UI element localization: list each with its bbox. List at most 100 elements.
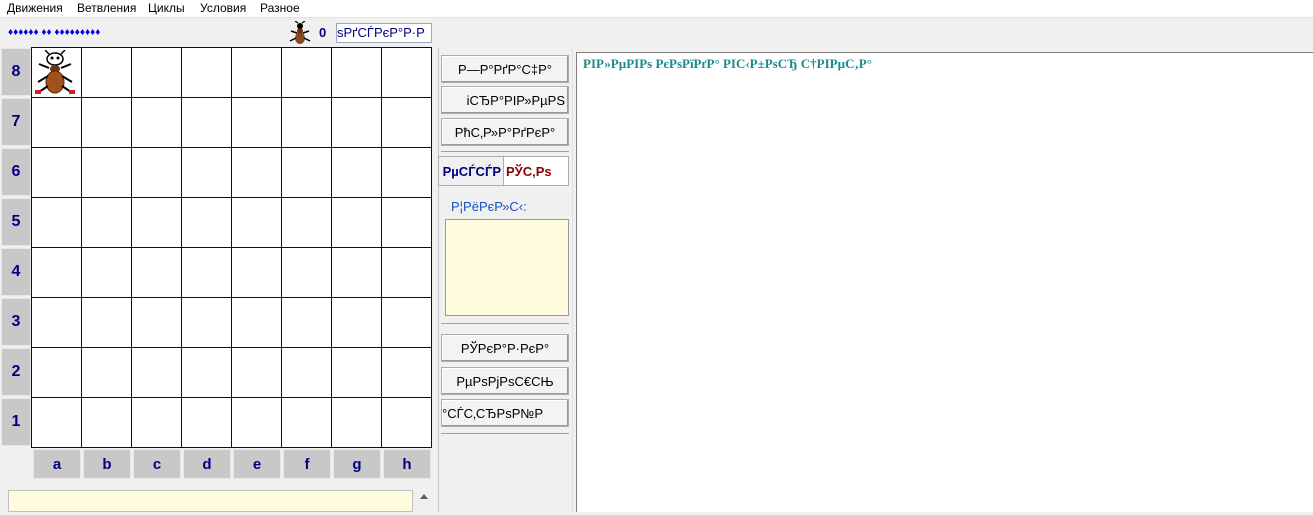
board-square-a1[interactable]	[32, 398, 82, 448]
file-label: e	[233, 449, 281, 479]
board-square-f3[interactable]	[282, 298, 332, 348]
board-square-c6[interactable]	[132, 148, 182, 198]
board-square-e4[interactable]	[232, 248, 282, 298]
board-square-e8[interactable]	[232, 48, 282, 98]
panel-splitter[interactable]	[438, 48, 439, 512]
economy-button[interactable]: РµРѕРјРѕС€СЊ	[441, 367, 569, 395]
board-square-e1[interactable]	[232, 398, 282, 448]
board-square-a7[interactable]	[32, 98, 82, 148]
board-square-f8[interactable]	[282, 48, 332, 98]
board-square-a2[interactable]	[32, 348, 82, 398]
debug-button[interactable]: РћС‚Р»Р°РґРєР°	[441, 118, 569, 146]
board-square-h5[interactable]	[382, 198, 432, 248]
board-square-f7[interactable]	[282, 98, 332, 148]
ant-icon	[288, 20, 312, 45]
rank-label: 5	[1, 198, 31, 246]
separator	[441, 151, 569, 152]
rank-label: 8	[1, 48, 31, 96]
board-square-e5[interactable]	[232, 198, 282, 248]
board-square-e7[interactable]	[232, 98, 282, 148]
rank-label: 1	[1, 398, 31, 446]
message-box[interactable]	[8, 490, 413, 512]
board-square-f4[interactable]	[282, 248, 332, 298]
menu-branching[interactable]: Ветвления	[77, 1, 136, 16]
scroll-up-arrow-icon[interactable]	[416, 490, 432, 512]
board-square-h6[interactable]	[382, 148, 432, 198]
board-square-c4[interactable]	[132, 248, 182, 298]
program-line[interactable]: РІР»РµРІРѕ РєРѕРїРґР° РІС‹Р±РѕСЂ С†РІРµС…	[583, 56, 872, 72]
file-label: d	[183, 449, 231, 479]
board-square-d2[interactable]	[182, 348, 232, 398]
board-square-h7[interactable]	[382, 98, 432, 148]
board-square-d8[interactable]	[182, 48, 232, 98]
params-input[interactable]	[445, 219, 569, 316]
board-square-g4[interactable]	[332, 248, 382, 298]
board-square-h1[interactable]	[382, 398, 432, 448]
ant-piece-icon[interactable]	[33, 49, 79, 96]
board-square-a4[interactable]	[32, 248, 82, 298]
masked-title: ♦♦♦♦♦♦ ♦♦ ♦♦♦♦♦♦♦♦♦	[8, 27, 101, 38]
board-square-a3[interactable]	[32, 298, 82, 348]
board-square-b1[interactable]	[82, 398, 132, 448]
board-square-b2[interactable]	[82, 348, 132, 398]
mode-dropdown[interactable]: sРґСЃРєР°Р·Р	[336, 23, 432, 43]
board-square-g1[interactable]	[332, 398, 382, 448]
board-square-b4[interactable]	[82, 248, 132, 298]
board-square-c2[interactable]	[132, 348, 182, 398]
board-square-d3[interactable]	[182, 298, 232, 348]
board-square-g3[interactable]	[332, 298, 382, 348]
board-square-g6[interactable]	[332, 148, 382, 198]
board-square-f2[interactable]	[282, 348, 332, 398]
board-square-c3[interactable]	[132, 298, 182, 348]
rank-label: 6	[1, 148, 31, 196]
program-editor[interactable]	[576, 52, 1313, 512]
control-button[interactable]: iСЂР°РІР»РµРЅ	[441, 86, 569, 114]
board-square-c1[interactable]	[132, 398, 182, 448]
board-square-b6[interactable]	[82, 148, 132, 198]
board-square-h8[interactable]	[382, 48, 432, 98]
board-square-h2[interactable]	[382, 348, 432, 398]
board-square-g2[interactable]	[332, 348, 382, 398]
board-square-c7[interactable]	[132, 98, 182, 148]
board-square-b3[interactable]	[82, 298, 132, 348]
separator	[441, 433, 569, 434]
board-square-b7[interactable]	[82, 98, 132, 148]
board-square-e2[interactable]	[232, 348, 282, 398]
board-square-g5[interactable]	[332, 198, 382, 248]
tab-stop[interactable]: РЎС‚Рѕ	[503, 156, 569, 186]
board-square-c8[interactable]	[132, 48, 182, 98]
board-square-d5[interactable]	[182, 198, 232, 248]
board-square-h3[interactable]	[382, 298, 432, 348]
tab-main[interactable]: РµСЃСЃР	[438, 156, 504, 186]
menu-movements[interactable]: Движения	[7, 1, 63, 16]
file-label: h	[383, 449, 431, 479]
board-square-d1[interactable]	[182, 398, 232, 448]
board-square-g7[interactable]	[332, 98, 382, 148]
board-square-b5[interactable]	[82, 198, 132, 248]
params-label: Р¦РёРєР»С‹:	[451, 199, 527, 214]
board-square-h4[interactable]	[382, 248, 432, 298]
board-square-a5[interactable]	[32, 198, 82, 248]
file-label: b	[83, 449, 131, 479]
menu-misc[interactable]: Разное	[260, 1, 300, 16]
menu-conditions[interactable]: Условия	[200, 1, 246, 16]
panel-splitter[interactable]	[572, 48, 573, 512]
board-square-b8[interactable]	[82, 48, 132, 98]
board-square-e3[interactable]	[232, 298, 282, 348]
board-square-f6[interactable]	[282, 148, 332, 198]
board-square-d6[interactable]	[182, 148, 232, 198]
board-square-d7[interactable]	[182, 98, 232, 148]
file-label: f	[283, 449, 331, 479]
board-square-d4[interactable]	[182, 248, 232, 298]
game-board[interactable]	[31, 47, 432, 448]
board-square-e6[interactable]	[232, 148, 282, 198]
board-square-f5[interactable]	[282, 198, 332, 248]
menu-loops[interactable]: Циклы	[148, 1, 185, 16]
hint-button[interactable]: РЎРєР°Р·РєР°	[441, 334, 569, 362]
settings-button[interactable]: °СЃС‚СЂРѕР№Р	[441, 399, 569, 427]
board-square-g8[interactable]	[332, 48, 382, 98]
board-square-c5[interactable]	[132, 198, 182, 248]
board-square-a6[interactable]	[32, 148, 82, 198]
task-button[interactable]: Р—Р°РґР°С‡Р°	[441, 55, 569, 83]
board-square-f1[interactable]	[282, 398, 332, 448]
